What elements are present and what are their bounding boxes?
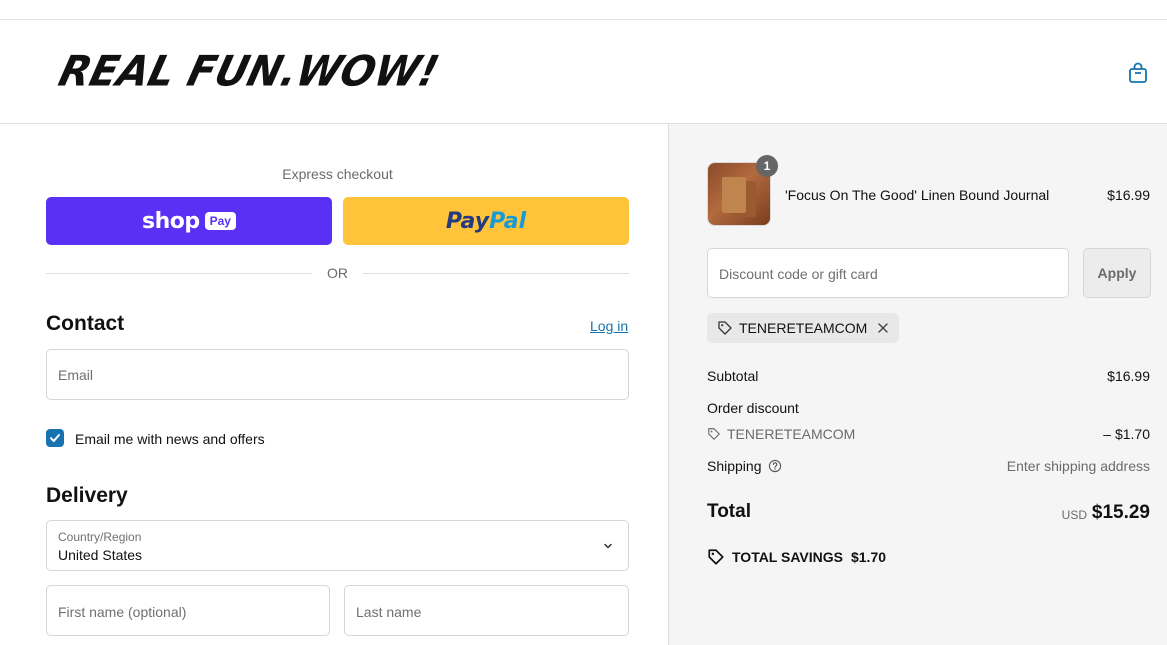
contact-title: Contact	[46, 312, 125, 335]
newsletter-checkbox[interactable]	[46, 429, 64, 447]
paypal-logo-text-2: Pal	[489, 208, 527, 234]
paypal-button[interactable]: Pay Pal	[343, 197, 629, 245]
header: REAL FUN.WOW!	[0, 21, 1167, 124]
divider-line-right	[363, 273, 629, 274]
chevron-down-icon	[604, 543, 612, 549]
country-value: United States	[58, 547, 143, 563]
savings-label: TOTAL SAVINGS	[732, 549, 843, 565]
first-name-field[interactable]: First name (optional)	[46, 585, 330, 636]
total-savings: TOTAL SAVINGS $1.70	[707, 548, 886, 566]
top-bar	[0, 0, 1167, 20]
country-label: Country/Region	[58, 530, 142, 544]
first-name-placeholder: First name (optional)	[58, 604, 187, 620]
shop-pay-badge: Pay	[204, 212, 236, 230]
shop-pay-logo-text: shop	[142, 208, 200, 234]
discount-code-label: TENERETEAMCOM	[727, 426, 856, 442]
discount-code-input[interactable]: Discount code or gift card	[707, 248, 1069, 298]
shop-pay-button[interactable]: shop Pay	[46, 197, 332, 245]
shopping-bag-icon[interactable]	[1126, 61, 1150, 85]
total-label: Total	[707, 501, 751, 522]
applied-discount-chip: TENERETEAMCOM	[707, 313, 900, 343]
or-divider: OR	[46, 265, 629, 281]
discount-value: – $1.70	[1103, 426, 1150, 442]
discount-code-row: TENERETEAMCOM	[707, 426, 855, 442]
applied-code-label: TENERETEAMCOM	[739, 320, 868, 336]
paypal-logo-text-1: Pay	[445, 208, 490, 234]
shipping-row: Shipping	[707, 458, 782, 474]
help-icon[interactable]	[768, 459, 782, 473]
product-price: $16.99	[1107, 187, 1150, 203]
quantity-badge: 1	[756, 155, 778, 177]
remove-discount-icon[interactable]	[877, 322, 889, 334]
tag-icon	[708, 428, 720, 440]
order-summary: 1 'Focus On The Good' Linen Bound Journa…	[668, 124, 1167, 645]
product-name: 'Focus On The Good' Linen Bound Journal	[785, 187, 1050, 203]
login-link[interactable]: Log in	[590, 318, 628, 334]
shipping-label: Shipping	[707, 458, 762, 474]
express-checkout-label: Express checkout	[282, 166, 393, 182]
savings-tag-icon	[708, 549, 724, 565]
last-name-field[interactable]: Last name	[344, 585, 629, 636]
discount-placeholder: Discount code or gift card	[719, 266, 878, 282]
total-value: $15.29	[1091, 502, 1150, 523]
newsletter-label: Email me with news and offers	[75, 431, 265, 447]
product-image	[722, 177, 746, 213]
email-placeholder: Email	[58, 367, 94, 383]
apply-button[interactable]: Apply	[1083, 248, 1151, 298]
checkmark-icon	[50, 434, 60, 442]
currency-label: USD	[1061, 508, 1087, 522]
last-name-placeholder: Last name	[356, 604, 422, 620]
subtotal-value: $16.99	[1107, 368, 1150, 384]
delivery-title: Delivery	[46, 484, 128, 507]
subtotal-label: Subtotal	[707, 368, 759, 384]
country-select[interactable]: Country/Region United States	[46, 520, 629, 571]
checkout-form: Express checkout shop Pay Pay Pal OR Cont…	[0, 124, 668, 645]
savings-value: $1.70	[850, 549, 887, 565]
tag-icon	[718, 321, 732, 335]
store-logo[interactable]: REAL FUN.WOW!	[54, 48, 444, 96]
shipping-value: Enter shipping address	[1006, 458, 1150, 474]
order-discount-label: Order discount	[707, 400, 799, 416]
email-field[interactable]: Email	[46, 349, 629, 400]
